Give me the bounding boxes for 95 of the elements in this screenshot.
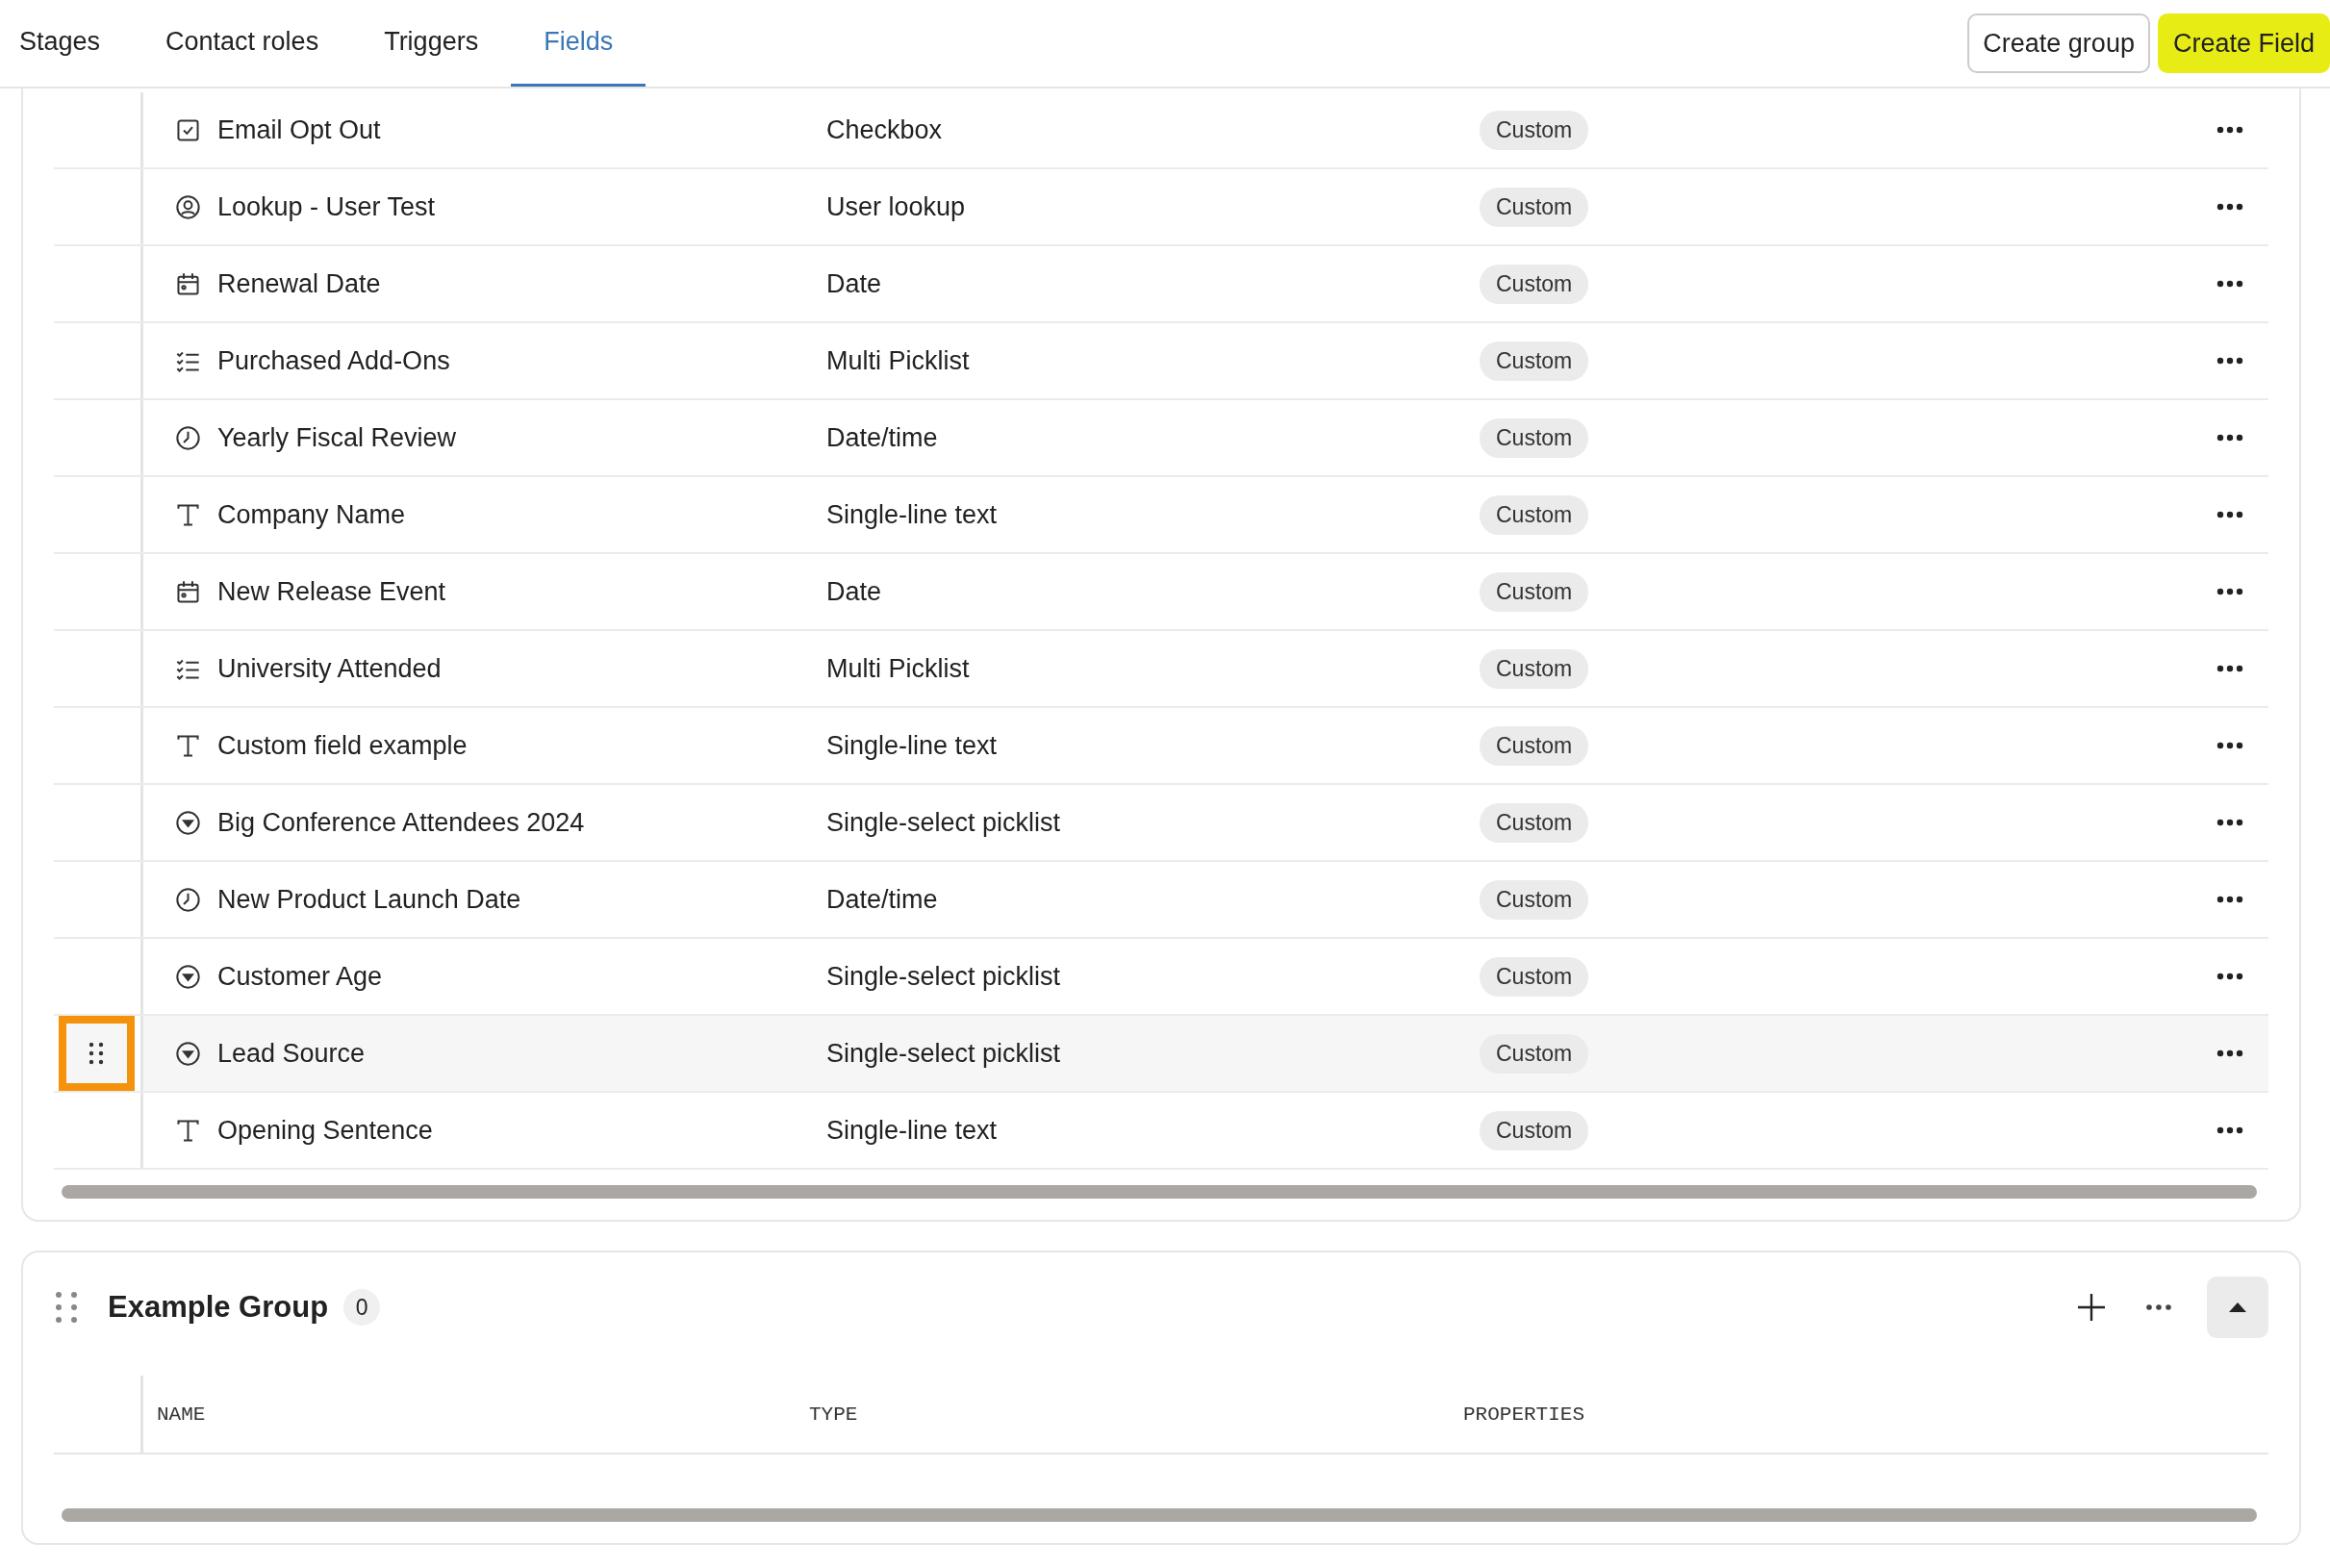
table-row[interactable]: Yearly Fiscal Review Date/time Custom	[54, 400, 2268, 477]
table-row[interactable]: Company Name Single-line text Custom	[54, 477, 2268, 554]
field-name: Yearly Fiscal Review	[217, 422, 457, 453]
table-row[interactable]: New Release Event Date Custom	[54, 554, 2268, 631]
clock-icon	[174, 885, 202, 914]
field-type: Single-line text	[825, 730, 999, 761]
table-row[interactable]: Renewal Date Date Custom	[54, 246, 2268, 323]
table-row[interactable]: Opening Sentence Single-line text Custom	[54, 1093, 2268, 1170]
column-header: PROPERTIES	[1463, 1403, 1585, 1426]
table-row[interactable]: University Attended Multi Picklist Custom	[54, 631, 2268, 708]
more-options-icon	[2216, 973, 2243, 980]
more-options-icon	[2216, 511, 2243, 518]
tab[interactable]: Fields	[511, 0, 646, 87]
more-options-icon	[2216, 126, 2243, 134]
drag-handle-icon	[88, 1041, 105, 1066]
field-type: Single-line text	[825, 1115, 999, 1146]
drag-handle-icon[interactable]	[54, 1290, 79, 1325]
field-type: Checkbox	[825, 114, 944, 145]
scrollbar[interactable]	[62, 1508, 2257, 1522]
property-tag: Custom	[1480, 956, 1589, 997]
tab[interactable]: Triggers	[351, 0, 512, 87]
group-title: Example Group	[108, 1290, 329, 1325]
table-row[interactable]: Custom field example Single-line text Custom	[54, 708, 2268, 785]
column-header: TYPE	[809, 1403, 858, 1426]
field-type: Single-select picklist	[825, 961, 1062, 992]
field-name: Big Conference Attendees 2024	[217, 807, 585, 838]
field-name: New Release Event	[217, 576, 446, 607]
field-type: Date/time	[825, 884, 939, 915]
more-options-icon	[2216, 203, 2243, 211]
more-options-icon	[2216, 588, 2243, 595]
collapse-button[interactable]	[2207, 1277, 2268, 1338]
field-name: Purchased Add-Ons	[217, 345, 450, 376]
table-row[interactable]: Lead Source Single-select picklist Custom	[54, 1016, 2268, 1093]
property-tag: Custom	[1480, 264, 1589, 304]
field-type: Multi Picklist	[825, 653, 971, 684]
select-icon	[174, 962, 202, 991]
property-tag: Custom	[1480, 725, 1589, 766]
caret-icon	[2228, 1302, 2247, 1313]
table-row[interactable]: New Product Launch Date Date/time Custom	[54, 862, 2268, 939]
more-options-icon	[2216, 434, 2243, 442]
user-icon	[174, 192, 202, 221]
field-name: Custom field example	[217, 730, 468, 761]
field-name: Lead Source	[217, 1038, 366, 1069]
table-row[interactable]: Email Opt Out Checkbox Custom	[54, 92, 2268, 169]
more-options-icon	[2145, 1303, 2172, 1311]
field-type: Single-line text	[825, 499, 999, 530]
field-type: User lookup	[825, 191, 967, 222]
clock-icon	[174, 423, 202, 452]
property-tag: Custom	[1480, 341, 1589, 381]
field-type: Date	[825, 576, 883, 607]
property-tag: Custom	[1480, 802, 1589, 843]
select-icon	[174, 1039, 202, 1068]
field-type: Date/time	[825, 422, 939, 453]
more-options-icon	[2216, 665, 2243, 672]
field-count: 0	[343, 1289, 381, 1326]
property-tag: Custom	[1480, 1033, 1589, 1074]
more-options-icon	[2216, 742, 2243, 749]
more-options-icon	[2216, 280, 2243, 288]
field-name: Customer Age	[217, 961, 383, 992]
field-name: University Attended	[217, 653, 442, 684]
field-name: Renewal Date	[217, 268, 381, 299]
field-name: Lookup - User Test	[217, 191, 436, 222]
field-name: Opening Sentence	[217, 1115, 433, 1146]
create-group-button[interactable]: Create group	[1967, 13, 2150, 73]
column-header: NAME	[157, 1403, 206, 1426]
property-tag: Custom	[1480, 187, 1589, 227]
create-field-button[interactable]: Create Field	[2157, 13, 2330, 73]
field-type: Multi Picklist	[825, 345, 971, 376]
field-type: Single-select picklist	[825, 1038, 1062, 1069]
property-tag: Custom	[1480, 110, 1589, 150]
more-options-icon	[2216, 1126, 2243, 1134]
drag-handle[interactable]	[58, 1016, 135, 1091]
property-tag: Custom	[1480, 571, 1589, 612]
field-name: New Product Launch Date	[217, 884, 521, 915]
field-name: Company Name	[217, 499, 406, 530]
property-tag: Custom	[1480, 648, 1589, 689]
select-icon	[174, 808, 202, 837]
tab[interactable]: Contact roles	[133, 0, 352, 87]
property-tag: Custom	[1480, 417, 1589, 458]
more-options-icon	[2216, 357, 2243, 365]
tab[interactable]: Stages	[0, 0, 134, 87]
table-row[interactable]: Lookup - User Test User lookup Custom	[54, 169, 2268, 246]
field-name: Email Opt Out	[217, 114, 381, 145]
field-type: Single-select picklist	[825, 807, 1062, 838]
table-row[interactable]: Purchased Add-Ons Multi Picklist Custom	[54, 323, 2268, 400]
plus-icon	[2076, 1292, 2107, 1323]
field-type: Date	[825, 268, 883, 299]
more-options-icon	[2216, 819, 2243, 826]
property-tag: Custom	[1480, 494, 1589, 535]
scrollbar[interactable]	[62, 1185, 2257, 1199]
more-options-icon	[2216, 896, 2243, 903]
table-row[interactable]: Big Conference Attendees 2024 Single-select picklist Custom	[54, 785, 2268, 862]
property-tag: Custom	[1480, 1110, 1589, 1151]
more-options-icon	[2216, 1050, 2243, 1057]
property-tag: Custom	[1480, 879, 1589, 920]
